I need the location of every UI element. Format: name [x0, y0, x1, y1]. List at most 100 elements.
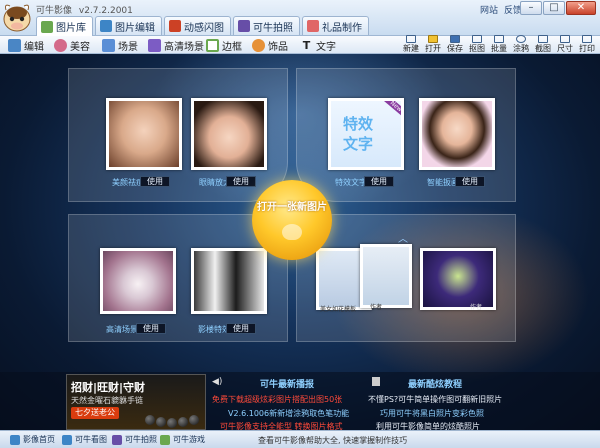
use-button[interactable]: 使用: [136, 323, 166, 334]
tab-flash[interactable]: 动感闪图: [164, 16, 231, 35]
edit-icon: [8, 38, 21, 52]
camera-icon: [282, 224, 302, 240]
bead-icon: [167, 418, 177, 428]
status-home-link[interactable]: 影像首页: [10, 434, 55, 445]
tool-hd-scene[interactable]: 高清场景: [148, 38, 204, 53]
batch-icon: [494, 35, 504, 43]
thumb-effect-text[interactable]: 特效 文字 New: [328, 98, 404, 170]
tool-ornament[interactable]: 饰品: [252, 38, 288, 53]
action-label: 保存: [447, 44, 463, 53]
status-label: 可牛看图: [75, 435, 107, 444]
website-link[interactable]: 网站: [480, 3, 498, 16]
tutorial-item[interactable]: 不懂PS?可牛简单操作图可翻新旧照片: [368, 394, 502, 405]
tool-text[interactable]: T 文字: [300, 38, 336, 53]
maximize-button[interactable]: □: [543, 1, 565, 15]
tab-label: 礼品制作: [322, 22, 362, 34]
close-button[interactable]: ✕: [566, 1, 596, 15]
minimize-button[interactable]: –: [520, 1, 542, 15]
scene-icon: [102, 38, 115, 52]
app-logo-icon: [3, 4, 31, 32]
tab-label: 图片库: [56, 23, 86, 34]
cutout-icon: [472, 35, 482, 43]
status-label: 影像首页: [23, 435, 55, 444]
chevron-up-icon[interactable]: ︿: [398, 230, 408, 245]
feature-label[interactable]: 特效文字: [335, 177, 367, 188]
text-icon: T: [302, 38, 311, 52]
use-button[interactable]: 使用: [226, 176, 256, 187]
status-camera-link[interactable]: 可牛拍照: [112, 434, 157, 445]
print-button[interactable]: 打印: [576, 34, 598, 54]
thumb-hd-scene[interactable]: [100, 248, 176, 314]
tab-gift[interactable]: 礼品制作: [302, 16, 369, 35]
open-new-image-label: 打开一张新图片: [257, 202, 327, 213]
ad-banner[interactable]: 招财|旺财|守财 天然金曜石貔貅手链 七夕送老公: [66, 374, 206, 430]
use-button[interactable]: 使用: [226, 323, 256, 334]
effect-text-line: 特效: [343, 115, 374, 133]
action-label: 打开: [425, 44, 441, 53]
status-viewer-link[interactable]: 可牛看图: [62, 434, 107, 445]
tab-label: 图片编辑: [115, 22, 155, 34]
tool-edit[interactable]: 编辑: [8, 38, 44, 53]
thumb-caption: 美女如花模板: [320, 306, 357, 313]
viewer-icon: [62, 434, 72, 445]
tool-label: 文字: [316, 41, 336, 53]
tool-scene[interactable]: 场景: [102, 38, 138, 53]
news-item[interactable]: 可牛影像支持全能型 转换图片格式: [220, 421, 343, 430]
tab-camera[interactable]: 可牛拍照: [233, 16, 300, 35]
printer-icon: [582, 35, 592, 43]
use-button[interactable]: 使用: [140, 176, 170, 187]
bead-icon: [156, 417, 166, 427]
thumb-big-eyes[interactable]: [191, 98, 267, 170]
batch-button[interactable]: 批量: [488, 34, 510, 54]
thumb-smart-portrait[interactable]: [419, 98, 495, 170]
use-button[interactable]: 使用: [455, 176, 485, 187]
doodle-button[interactable]: 涂鸦: [510, 34, 532, 54]
ad-cta-button[interactable]: 七夕送老公: [71, 407, 119, 419]
gallery-icon: [41, 20, 53, 33]
tutorial-item[interactable]: 巧用可牛将黑白照片变彩色照: [380, 408, 484, 419]
action-label: 尺寸: [557, 44, 573, 53]
news-title: 可牛最新播报: [260, 380, 315, 390]
thumb-template-2[interactable]: [360, 244, 412, 308]
thumb-studio-effect[interactable]: [191, 248, 267, 314]
new-icon: [406, 35, 416, 43]
tab-edit[interactable]: 图片编辑: [95, 16, 162, 35]
tool-label: 饰品: [268, 41, 288, 53]
tool-label: 边框: [222, 41, 242, 53]
news-item[interactable]: V2.6.1006新新增涂鸦取色笔功能: [228, 408, 349, 419]
camera-icon: [238, 20, 250, 32]
cutout-button[interactable]: 抠图: [466, 34, 488, 54]
main-tabs: 图片库 图片编辑 动感闪图 可牛拍照 礼品制作: [36, 16, 369, 36]
effect-text-line: 文字: [343, 135, 374, 153]
new-button[interactable]: 新建: [400, 34, 422, 54]
thumb-beauty[interactable]: [106, 98, 182, 170]
news-item[interactable]: 免费下载超级炫彩图片搭配出图50张: [212, 394, 342, 405]
camera-icon: [112, 434, 122, 445]
resize-button[interactable]: 尺寸: [554, 34, 576, 54]
tool-beauty[interactable]: 美容: [54, 38, 90, 53]
tutorial-item[interactable]: 利用可牛影像简单的炫酷照片: [376, 421, 480, 430]
folder-icon: [428, 35, 438, 43]
thumb-caption: 作者: [370, 304, 383, 311]
tool-label: 场景: [118, 41, 138, 53]
save-icon: [450, 35, 460, 43]
tool-frame[interactable]: 边框: [206, 38, 242, 53]
thumb-caption: 作者: [470, 304, 483, 311]
thumb-template-3[interactable]: [420, 248, 496, 310]
app-name: 可牛影像: [36, 6, 73, 16]
game-icon: [160, 434, 170, 445]
ornament-icon: [252, 38, 265, 52]
status-game-link[interactable]: 可牛游戏: [160, 434, 205, 445]
hd-scene-icon: [148, 38, 161, 52]
status-message[interactable]: 查看可牛影像帮助大全, 快速掌握制作技巧: [258, 435, 407, 446]
feature-label[interactable]: 高清场景: [106, 324, 138, 335]
screenshot-button[interactable]: 截图: [532, 34, 554, 54]
tool-label: 高清场景: [164, 41, 204, 53]
status-label: 可牛游戏: [173, 435, 205, 444]
save-button[interactable]: 保存: [444, 34, 466, 54]
open-new-image-button[interactable]: 打开一张新图片: [252, 180, 332, 260]
tab-gallery[interactable]: 图片库: [36, 16, 93, 36]
bead-icon: [189, 415, 199, 425]
open-button[interactable]: 打开: [422, 34, 444, 54]
use-button[interactable]: 使用: [364, 176, 394, 187]
